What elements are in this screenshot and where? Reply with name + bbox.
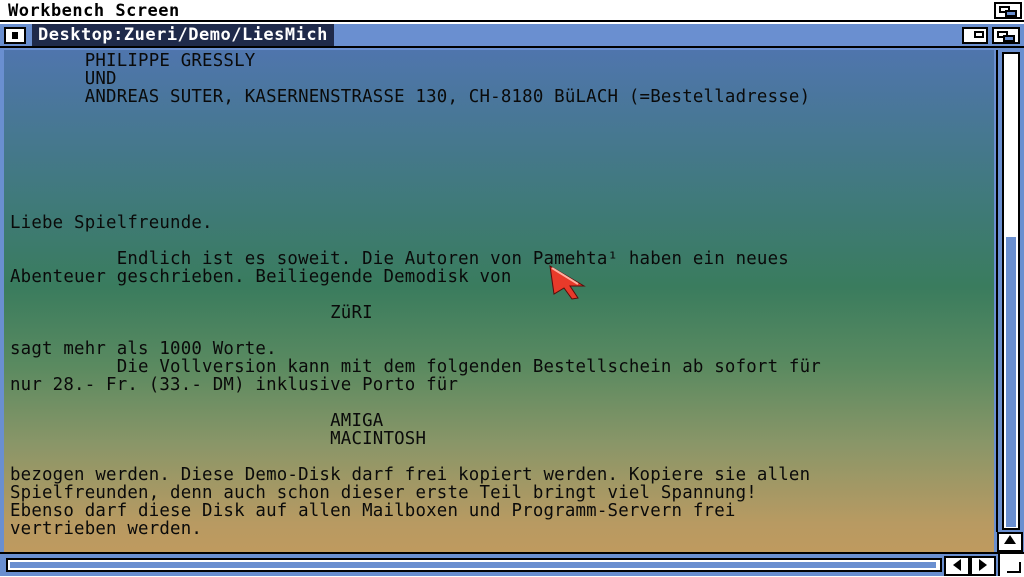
vertical-scrollbar[interactable] [996,50,1024,532]
document-line: PHILIPPE GRESSLY [10,51,256,71]
document-line: MACINTOSH [10,429,427,449]
vertical-scroll-knob[interactable] [1006,237,1016,527]
window-title-bar[interactable]: Desktop:Zueri/Demo/LiesMich [0,24,1024,48]
right-arrow-icon [979,559,987,571]
screen-depth-gadget[interactable] [994,2,1022,19]
document-text: PHILIPPE GRESSLY UND ANDREAS SUTER, KASE… [10,52,821,538]
scroll-right-button[interactable] [970,556,996,576]
document-line: ZüRI [10,303,373,323]
document-line: Endlich ist es soweit. Die Autoren von P… [10,249,789,269]
document-line: nur 28.- Fr. (33.- DM) inklusive Porto f… [10,375,459,395]
document-line: Liebe Spielfreunde. [10,213,213,233]
window-depth-gadget[interactable] [992,27,1020,44]
horizontal-scroll-track[interactable] [6,558,942,572]
document-line: bezogen werden. Diese Demo-Disk darf fre… [10,465,811,485]
document-line: ANDREAS SUTER, KASERNENSTRASSE 130, CH-8… [10,87,811,107]
screen-title: Workbench Screen [8,1,180,21]
close-icon [12,32,18,39]
window-title: Desktop:Zueri/Demo/LiesMich [32,24,334,46]
vertical-scroll-track[interactable] [1002,52,1020,530]
document-line: Spielfreunden, denn auch schon dieser er… [10,483,757,503]
document-line: sagt mehr als 1000 Worte. [10,339,277,359]
left-arrow-icon [953,559,961,571]
text-viewer-window: Desktop:Zueri/Demo/LiesMich PHILIPPE GRE… [0,24,1024,576]
document-line: Die Vollversion kann mit dem folgenden B… [10,357,821,377]
up-arrow-icon [1004,535,1016,544]
screen-title-bar: Workbench Screen [0,0,1024,22]
document-line: UND [10,69,117,89]
scroll-up-button[interactable] [997,532,1023,552]
mouse-pointer-icon [549,265,586,300]
document-content[interactable]: PHILIPPE GRESSLY UND ANDREAS SUTER, KASE… [4,50,994,576]
horizontal-scroll-knob[interactable] [10,562,936,568]
resize-gadget[interactable] [998,554,1024,576]
zoom-gadget[interactable] [962,27,988,44]
zoom-icon [974,31,984,38]
document-line: AMIGA [10,411,384,431]
document-line: vertrieben werden. [10,519,203,539]
depth-front-icon [1005,10,1017,17]
horizontal-scrollbar[interactable] [0,552,1024,576]
document-line: Ebenso darf diese Disk auf allen Mailbox… [10,501,736,521]
close-gadget[interactable] [4,27,26,44]
depth-front-icon [1003,35,1015,42]
scroll-left-button[interactable] [944,556,970,576]
document-line: Abenteuer geschrieben. Beiliegende Demod… [10,267,512,287]
